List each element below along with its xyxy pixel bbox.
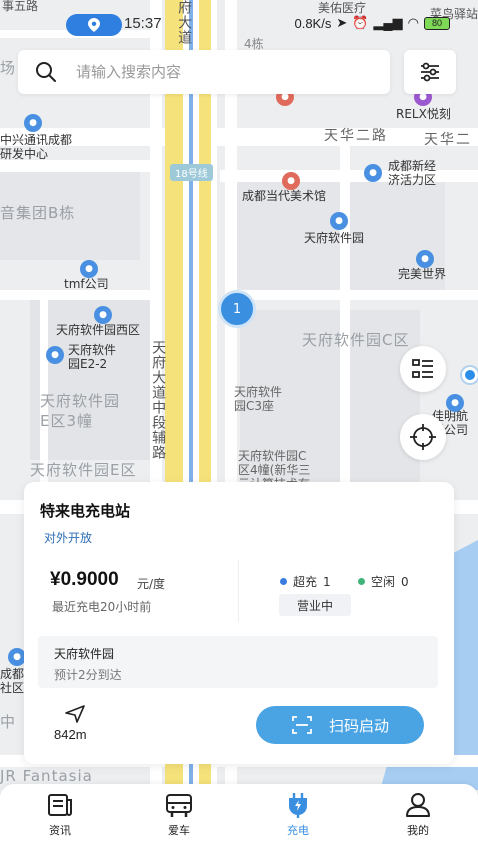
tab-profile[interactable]: 我的 <box>378 792 458 838</box>
fast-charge-count: 超充 1 <box>280 573 331 590</box>
metro-line-badge: 18号线 <box>170 164 213 181</box>
map-label: 天府软件园西区 <box>56 323 141 337</box>
divider <box>238 560 239 622</box>
map-label: 中兴通讯成都 研发中心 <box>0 133 73 161</box>
charge-plug-icon <box>289 793 307 818</box>
business-status-badge: 营业中 <box>279 594 351 616</box>
map-label: 天府大道中段辅路 <box>150 340 167 460</box>
network-speed: 0.8K/s <box>294 15 332 31</box>
map-pin-icon[interactable]: ● <box>446 394 464 412</box>
locate-me-button[interactable] <box>400 414 446 460</box>
location-pin-icon <box>88 18 100 32</box>
map-pin-icon[interactable]: ● <box>46 346 64 364</box>
signal-icon: ▂▄▆ <box>373 15 403 30</box>
idle-dot-icon <box>358 578 365 585</box>
map-pin-icon[interactable]: ● <box>80 260 98 278</box>
status-time: 15:37 <box>124 15 162 32</box>
tab-car[interactable]: 爱车 <box>139 792 219 838</box>
destination-box[interactable]: 天府软件园 预计2分到达 <box>38 636 438 688</box>
map-pin-icon[interactable]: ● <box>330 212 348 230</box>
tab-label: 爱车 <box>168 824 190 837</box>
map-label: 天府软件 园E2-2 <box>68 343 117 371</box>
map-label: RELX悦刻 <box>396 107 451 121</box>
tab-label: 充电 <box>287 824 309 837</box>
map-pin-icon[interactable]: ● <box>416 250 434 268</box>
status-icons: 0.8K/s ➤ ⏰ ▂▄▆ ◠ 80 <box>294 15 450 31</box>
search-icon <box>36 62 56 82</box>
map-label: 成都新经 济活力区 <box>388 159 437 187</box>
distance-value: 842m <box>54 727 87 742</box>
search-bar[interactable] <box>18 50 390 94</box>
battery-icon: 80 <box>424 16 450 30</box>
open-status-tag: 对外开放 <box>44 531 93 545</box>
tab-label: 资讯 <box>49 824 71 837</box>
map-label: 成都 社区 <box>0 667 25 695</box>
map-label: tmf公司 <box>64 277 109 291</box>
alarm-icon: ⏰ <box>352 15 369 30</box>
car-icon <box>166 794 192 817</box>
map-label: 天府软件园C区 <box>302 331 410 349</box>
idle-label: 空闲 <box>371 575 396 589</box>
fast-charge-label: 超充 <box>293 575 318 589</box>
wifi-icon: ◠ <box>407 15 419 30</box>
fast-charge-dot-icon <box>280 578 287 585</box>
current-location-marker <box>462 367 478 383</box>
map-label: 天华二 <box>424 132 472 148</box>
map-label: 完美世界 <box>398 267 447 281</box>
station-name: 特来电充电站 <box>40 502 131 520</box>
crosshair-icon <box>410 424 436 450</box>
idle-number: 0 <box>401 574 409 589</box>
navigation-icon[interactable] <box>64 704 86 724</box>
map-label: JR Fantasia <box>0 767 93 785</box>
station-cluster-marker[interactable]: 1 <box>218 290 256 328</box>
tab-label: 我的 <box>407 824 429 837</box>
filter-button[interactable] <box>404 50 456 94</box>
map-label: 天府软件园 E区3幢 <box>40 392 121 430</box>
map-label: 天华二路 <box>324 128 388 144</box>
navigation-arrow-icon: ➤ <box>336 15 348 30</box>
search-input[interactable] <box>76 63 356 81</box>
list-view-button[interactable] <box>400 346 446 392</box>
map-label: 天府软件园 <box>304 231 365 245</box>
list-icon <box>412 359 433 378</box>
tab-news[interactable]: 资讯 <box>20 792 100 838</box>
idle-count: 空闲 0 <box>358 573 409 590</box>
scan-button-label: 扫码启动 <box>328 716 389 735</box>
location-indicator <box>66 14 122 36</box>
news-icon <box>48 794 72 816</box>
map-pin-icon[interactable]: ● <box>282 172 300 190</box>
station-info-card[interactable]: 特来电充电站 对外开放 ¥0.9000 元/度 最近充电20小时前 超充 1 空… <box>24 482 454 764</box>
map-label: 成都当代美术馆 <box>242 189 327 203</box>
map-label: 天府软件园E区 <box>30 461 137 479</box>
destination-name: 天府软件园 <box>54 647 115 661</box>
status-bar: 15:37 0.8K/s ➤ ⏰ ▂▄▆ ◠ 80 <box>0 0 478 46</box>
scan-icon <box>292 716 312 734</box>
filter-sliders-icon <box>421 62 439 82</box>
map-pin-icon[interactable]: ● <box>94 306 112 324</box>
map-pin-icon[interactable]: ● <box>24 114 42 132</box>
map-pin-icon[interactable]: ● <box>364 164 382 182</box>
price-value: ¥0.9000 <box>50 569 119 590</box>
map-label: 音集团B栋 <box>0 204 76 222</box>
tab-charge[interactable]: 充电 <box>258 792 338 838</box>
last-charge-time: 最近充电20小时前 <box>52 600 152 614</box>
fast-charge-number: 1 <box>323 574 331 589</box>
scan-start-button[interactable]: 扫码启动 <box>256 706 424 744</box>
destination-eta: 预计2分到达 <box>54 668 122 682</box>
map-label: 中 <box>0 713 17 731</box>
map-label: 场 <box>0 59 17 77</box>
profile-icon <box>406 793 430 817</box>
map-label: 天府软件 园C3座 <box>234 385 283 413</box>
price-unit: 元/度 <box>137 577 166 591</box>
bottom-tab-bar: 资讯 爱车 充电 我的 <box>0 784 478 850</box>
